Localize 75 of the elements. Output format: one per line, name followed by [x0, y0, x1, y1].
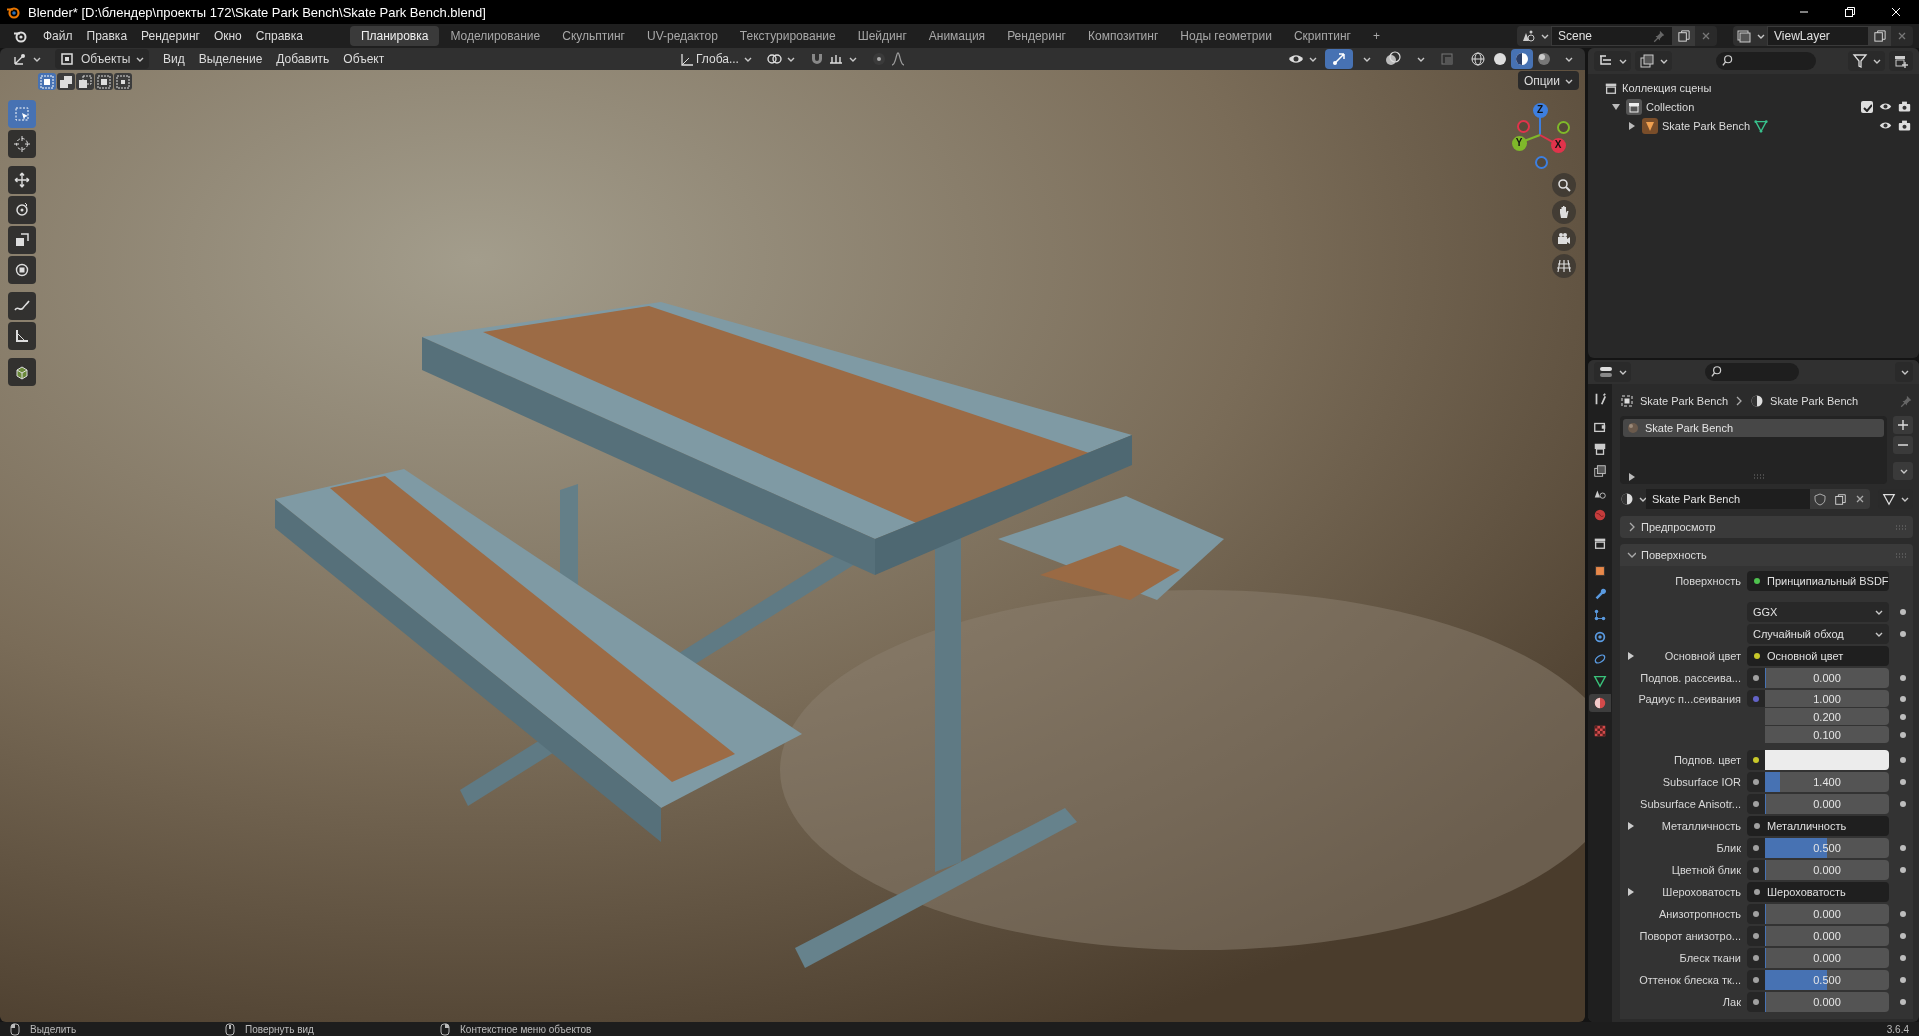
workspace-tab[interactable]: Композитинг [1076, 26, 1170, 46]
number-field[interactable]: 0.200 [1765, 708, 1889, 725]
value-slider[interactable]: 0.000 [1765, 926, 1889, 946]
property-label: Лак [1722, 996, 1741, 1008]
property-label: Блеск ткани [1679, 952, 1741, 964]
property-label: Подпов. цвет [1673, 754, 1741, 766]
value-slider[interactable]: 1.400 [1765, 772, 1889, 792]
workspace-tab[interactable]: Ноды геометрии [1169, 26, 1283, 46]
link-field[interactable]: Шероховатость [1747, 882, 1889, 902]
value-slider[interactable]: 0.500 [1765, 970, 1889, 990]
menu-item[interactable]: Выделение [192, 49, 269, 69]
property-label: Основной цвет [1664, 650, 1741, 662]
number-field[interactable]: 1.000 [1765, 690, 1889, 707]
property-label: Поверхность [1675, 575, 1741, 587]
tree-item[interactable]: Collection [1646, 100, 1695, 113]
property-label: Subsurface IOR [1662, 776, 1741, 788]
scene-field[interactable]: Scene [1551, 26, 1673, 46]
workspace-tab[interactable]: Рендеринг [996, 26, 1077, 46]
material-name-field[interactable]: Skate Park Bench [1646, 489, 1810, 509]
mode-dropdown[interactable]: Объекты [55, 49, 149, 69]
menu-item[interactable]: Справка [248, 26, 310, 46]
property-label: Поворот анизотро... [1639, 930, 1741, 942]
value-slider[interactable]: 0.500 [1765, 838, 1889, 858]
property-label: Металличность [1661, 820, 1741, 832]
tree-item[interactable]: Коллекция сцены [1622, 81, 1712, 94]
link-field[interactable]: Принципиальный BSDF [1747, 571, 1889, 591]
material-slot[interactable]: Skate Park Bench [1623, 419, 1884, 437]
workspace-tab[interactable]: Шейдинг [846, 26, 918, 46]
value-slider[interactable]: 0.000 [1765, 992, 1889, 1012]
workspace-tab[interactable]: Скульптинг [551, 26, 636, 46]
add-workspace-button[interactable]: + [1361, 26, 1391, 46]
menu-item[interactable]: Объект [337, 49, 391, 69]
dropdown[interactable]: Случайный обход [1747, 624, 1889, 644]
property-label: Подпов. рассеива... [1640, 672, 1741, 684]
orientation-dropdown[interactable]: Глоба... [673, 49, 758, 69]
property-label: Оттенок блеска тк... [1639, 974, 1741, 986]
panel-header[interactable]: Поверхность [1620, 544, 1913, 566]
link-field[interactable]: Металличность [1747, 816, 1889, 836]
value-slider[interactable]: 0.000 [1765, 948, 1889, 968]
breadcrumb-item: Skate Park Bench [1770, 395, 1859, 407]
number-field[interactable]: 0.100 [1765, 726, 1889, 743]
menu-item[interactable]: Добавить [270, 49, 336, 69]
workspace-tab[interactable]: Планировка [349, 26, 440, 46]
workspace-tab[interactable]: UV-редактор [635, 26, 729, 46]
property-label: Блик [1716, 842, 1741, 854]
menu-item[interactable]: Рендеринг [134, 26, 207, 46]
value-slider[interactable]: 0.000 [1765, 794, 1889, 814]
view-layer-field[interactable]: ViewLayer [1767, 26, 1869, 46]
menu-item[interactable]: Окно [206, 26, 249, 46]
dropdown[interactable]: GGX [1747, 602, 1889, 622]
workspace-tab[interactable]: Скриптинг [1282, 26, 1362, 46]
status-hint: Выделить [30, 1023, 77, 1035]
window-title: Blender* [D:\блендер\проекты 172\Skate Park Bench\Skate Park Bench.blend] [28, 4, 486, 20]
workspace-tab[interactable]: Текстурирование [728, 26, 847, 46]
version-label: 3.6.4 [1886, 1023, 1909, 1035]
options-dropdown[interactable]: Опции [1517, 71, 1579, 90]
property-label: Анизотропность [1658, 908, 1741, 920]
link-field[interactable]: Основной цвет [1747, 646, 1889, 666]
property-label: Радиус п...сеивания [1638, 692, 1741, 705]
menu-item[interactable]: Правка [79, 26, 135, 46]
value-slider[interactable]: 0.000 [1765, 668, 1889, 688]
status-hint: Контекстное меню объектов [460, 1023, 592, 1035]
menu-item[interactable]: Вид [157, 49, 191, 69]
property-label: Цветной блик [1671, 864, 1741, 876]
breadcrumb-item: Skate Park Bench [1640, 395, 1729, 407]
workspace-tab[interactable]: Анимация [917, 26, 997, 46]
panel-header[interactable]: Предпросмотр [1620, 516, 1913, 538]
status-hint: Повернуть вид [245, 1023, 314, 1035]
value-slider[interactable]: 0.000 [1765, 904, 1889, 924]
tree-item[interactable]: Skate Park Bench [1662, 119, 1751, 132]
menu-item[interactable]: Файл [36, 26, 80, 46]
property-label: Subsurface Anisotr... [1640, 798, 1741, 810]
workspace-tab[interactable]: Моделирование [439, 26, 552, 46]
property-label: Шероховатость [1662, 886, 1741, 898]
value-slider[interactable]: 0.000 [1765, 860, 1889, 880]
